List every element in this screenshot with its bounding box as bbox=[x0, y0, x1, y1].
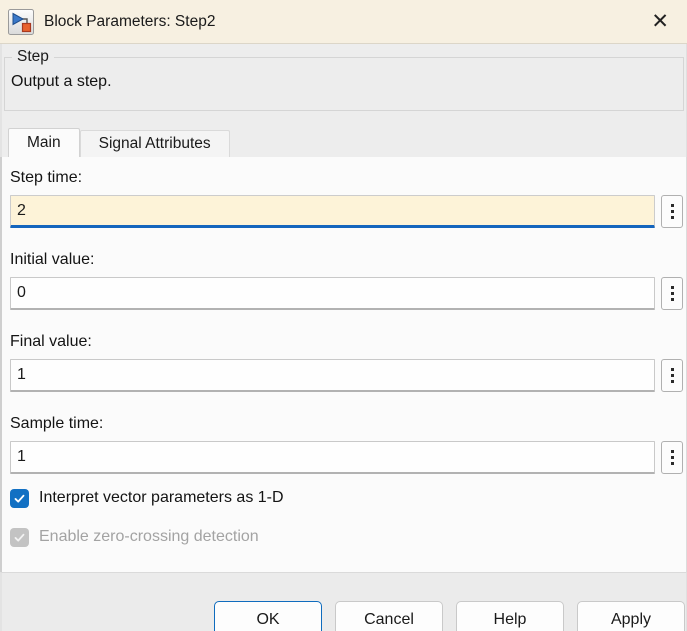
initial-value-label: Initial value: bbox=[10, 249, 683, 271]
interpret-vector-checkbox-row[interactable]: Interpret vector parameters as 1-D bbox=[10, 487, 683, 509]
zero-crossing-checkbox-row: Enable zero-crossing detection bbox=[10, 526, 683, 548]
vertical-ellipsis-icon bbox=[671, 286, 674, 301]
block-description: Output a step. bbox=[5, 58, 683, 91]
block-parameters-dialog: Block Parameters: Step2 ✕ Step Output a … bbox=[0, 0, 687, 631]
sample-time-row bbox=[10, 441, 683, 474]
dialog-title: Block Parameters: Step2 bbox=[44, 13, 215, 31]
title-bar: Block Parameters: Step2 ✕ bbox=[0, 0, 687, 44]
initial-value-row bbox=[10, 277, 683, 310]
step-time-row bbox=[10, 195, 683, 228]
checkmark-icon bbox=[13, 492, 26, 505]
initial-value-menu-button[interactable] bbox=[661, 277, 683, 310]
final-value-input[interactable] bbox=[10, 359, 655, 392]
tab-main[interactable]: Main bbox=[8, 128, 80, 157]
step-time-menu-button[interactable] bbox=[661, 195, 683, 228]
zero-crossing-checkbox bbox=[10, 528, 29, 547]
interpret-vector-label: Interpret vector parameters as 1-D bbox=[39, 489, 284, 507]
final-value-menu-button[interactable] bbox=[661, 359, 683, 392]
vertical-ellipsis-icon bbox=[671, 450, 674, 465]
tab-bar: Main Signal Attributes bbox=[2, 127, 686, 157]
ok-button[interactable]: OK bbox=[214, 601, 322, 631]
interpret-vector-checkbox[interactable] bbox=[10, 489, 29, 508]
checkmark-icon bbox=[13, 531, 26, 544]
sample-time-label: Sample time: bbox=[10, 413, 683, 435]
tab-signal-attributes[interactable]: Signal Attributes bbox=[80, 130, 230, 157]
final-value-label: Final value: bbox=[10, 331, 683, 353]
final-value-row bbox=[10, 359, 683, 392]
sample-time-menu-button[interactable] bbox=[661, 441, 683, 474]
apply-button[interactable]: Apply bbox=[577, 601, 685, 631]
upper-panel: Step Output a step. Main Signal Attribut… bbox=[0, 44, 687, 157]
block-type-legend: Step bbox=[12, 48, 54, 66]
simulink-block-icon bbox=[8, 9, 34, 35]
initial-value-input[interactable] bbox=[10, 277, 655, 310]
description-groupbox: Step Output a step. bbox=[4, 57, 684, 111]
button-bar: OK Cancel Help Apply bbox=[0, 572, 687, 631]
cancel-button[interactable]: Cancel bbox=[335, 601, 443, 631]
step-time-input[interactable] bbox=[10, 195, 655, 228]
sample-time-input[interactable] bbox=[10, 441, 655, 474]
zero-crossing-label: Enable zero-crossing detection bbox=[39, 528, 259, 546]
step-time-label: Step time: bbox=[10, 167, 683, 189]
help-button[interactable]: Help bbox=[456, 601, 564, 631]
close-icon[interactable]: ✕ bbox=[647, 9, 673, 34]
vertical-ellipsis-icon bbox=[671, 368, 674, 383]
vertical-ellipsis-icon bbox=[671, 204, 674, 219]
main-tab-panel: Step time: Initial value: Final value: S… bbox=[0, 157, 687, 572]
